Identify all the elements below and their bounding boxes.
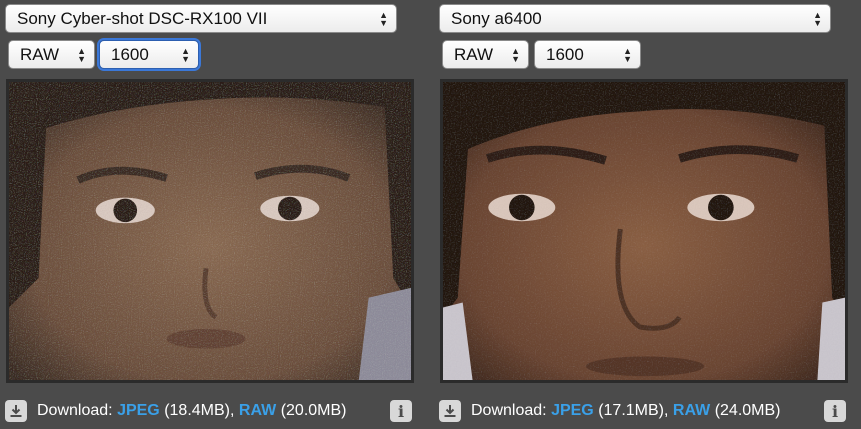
download-label: Download: [471,402,547,419]
jpeg-download-link[interactable]: JPEG [551,402,594,419]
download-label: Download: [37,402,113,419]
download-bar-left: Download: JPEG (18.4MB), RAW (20.0MB) i [3,398,415,424]
jpeg-file-size: (18.4MB), [164,402,235,419]
face-crop-image [9,82,411,380]
iso-select-right[interactable]: 1600 ▲ ▼ [534,40,641,69]
info-icon[interactable]: i [824,400,846,422]
camera-select-value: Sony Cyber-shot DSC-RX100 VII [17,9,268,28]
mode-select-left[interactable]: RAW ▲ ▼ [8,40,95,69]
up-down-arrows-icon: ▲ ▼ [623,45,632,64]
iso-select-value: 1600 [111,45,149,64]
mode-select-value: RAW [454,45,494,64]
download-bar-right: Download: JPEG (17.1MB), RAW (24.0MB) i [437,398,849,424]
camera-select-right[interactable]: Sony a6400 ▲ ▼ [439,4,831,33]
mode-select-value: RAW [20,45,60,64]
iso-select-left[interactable]: 1600 ▲ ▼ [99,40,199,69]
sample-photo-right[interactable] [440,79,848,383]
download-text: Download: JPEG (17.1MB), RAW (24.0MB) [471,402,780,420]
right-comparison-panel: Sony a6400 ▲ ▼ RAW ▲ ▼ 1600 ▲ ▼ Download… [437,0,849,429]
download-icon[interactable] [439,400,461,422]
raw-file-size: (20.0MB) [280,402,347,419]
raw-file-size: (24.0MB) [714,402,781,419]
camera-select-value: Sony a6400 [451,9,542,28]
download-text: Download: JPEG (18.4MB), RAW (20.0MB) [37,402,346,420]
jpeg-file-size: (17.1MB), [598,402,669,419]
up-down-arrows-icon: ▲ ▼ [77,45,86,64]
info-icon[interactable]: i [390,400,412,422]
mode-select-right[interactable]: RAW ▲ ▼ [442,40,529,69]
up-down-arrows-icon: ▲ ▼ [379,9,388,28]
face-crop-image [443,82,845,380]
up-down-arrows-icon: ▲ ▼ [813,9,822,28]
up-down-arrows-icon: ▲ ▼ [181,45,190,64]
sample-photo-left[interactable] [6,79,414,383]
download-icon[interactable] [5,400,27,422]
raw-download-link[interactable]: RAW [673,402,710,419]
camera-select-left[interactable]: Sony Cyber-shot DSC-RX100 VII ▲ ▼ [5,4,397,33]
jpeg-download-link[interactable]: JPEG [117,402,160,419]
iso-select-value: 1600 [546,45,584,64]
raw-download-link[interactable]: RAW [239,402,276,419]
up-down-arrows-icon: ▲ ▼ [511,45,520,64]
left-comparison-panel: Sony Cyber-shot DSC-RX100 VII ▲ ▼ RAW ▲ ▼ … [3,0,415,429]
